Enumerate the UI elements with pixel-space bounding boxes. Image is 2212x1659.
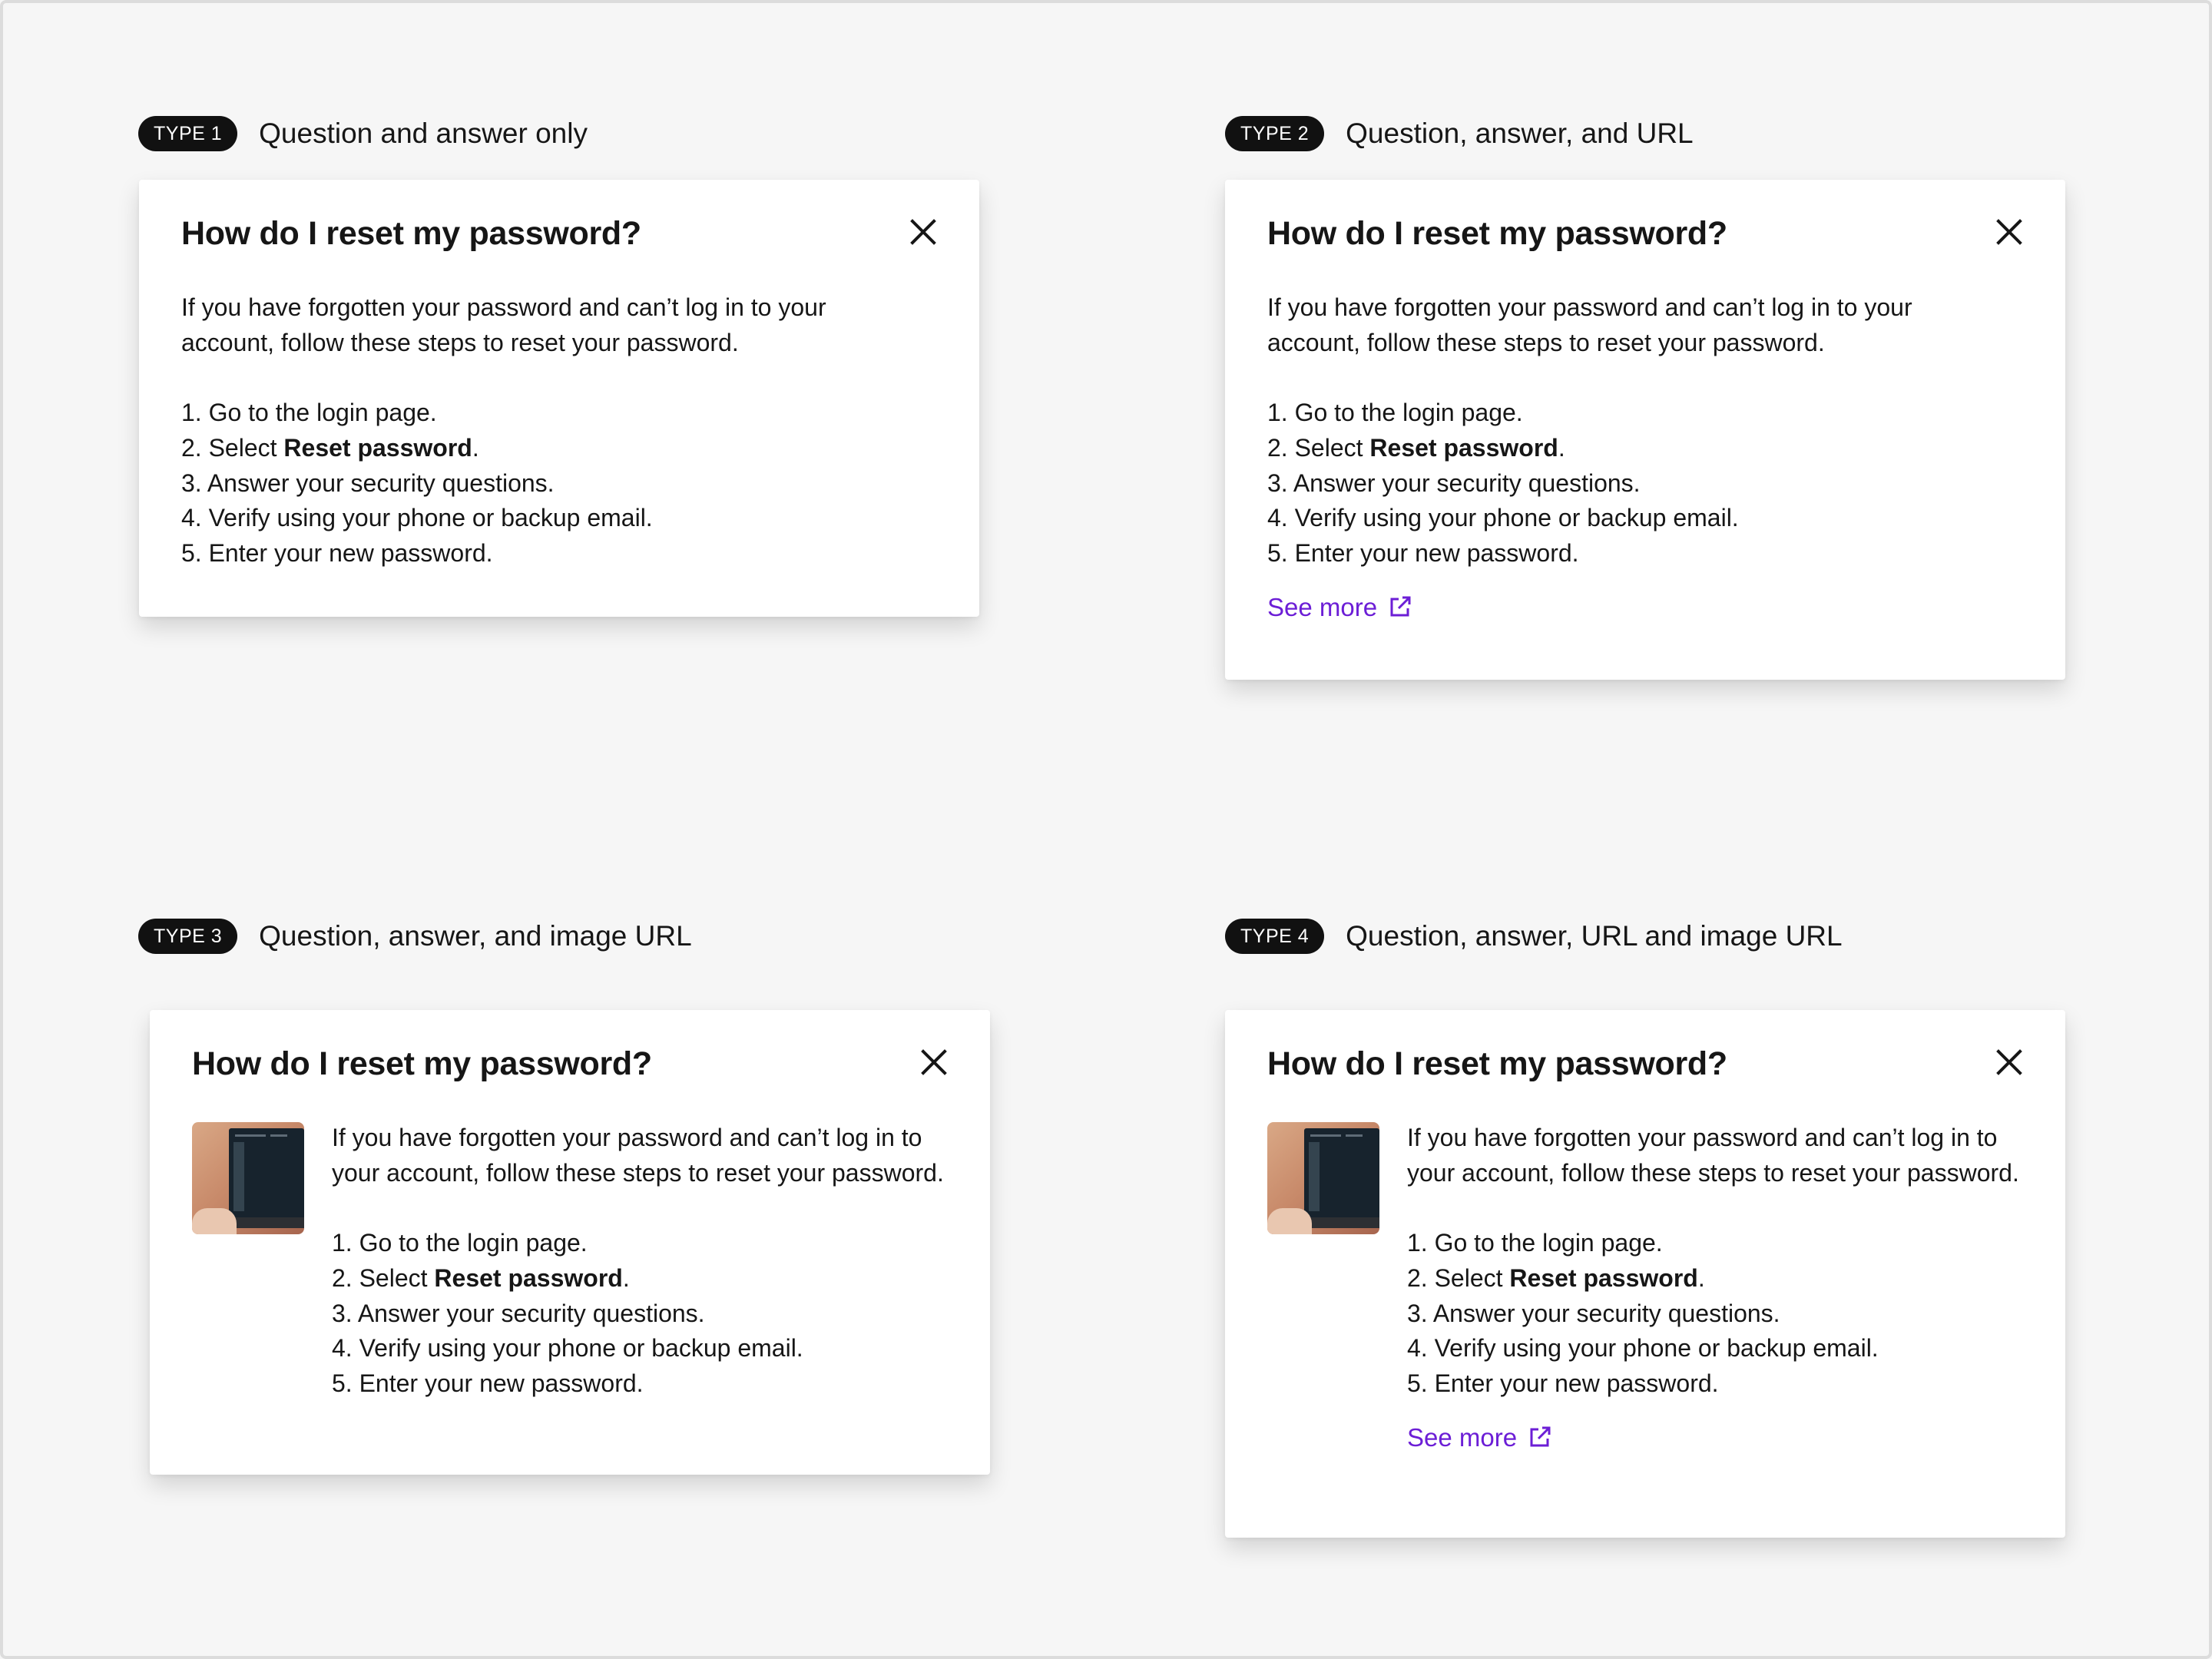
article-thumbnail-image[interactable] xyxy=(192,1122,304,1234)
step-item: 2. Select Reset password. xyxy=(1407,1263,1705,1292)
section-title: Question, answer, and image URL xyxy=(259,920,692,952)
section-title: Question, answer, URL and image URL xyxy=(1346,920,1843,952)
step-item: 4. Verify using your phone or backup ema… xyxy=(1407,1334,1879,1363)
see-more-link[interactable]: See more xyxy=(1407,1420,1552,1455)
type-badge: TYPE 1 xyxy=(138,116,238,151)
external-link-icon xyxy=(1390,596,1411,617)
faq-card-type-1: How do I reset my password? If you have … xyxy=(139,180,979,617)
laptop-screen xyxy=(1304,1128,1379,1220)
card-title: How do I reset my password? xyxy=(192,1045,652,1082)
section-header-type-1: TYPE 1 Question and answer only xyxy=(138,114,588,153)
see-more-link[interactable]: See more xyxy=(1267,590,1412,625)
step-item: 3. Answer your security questions. xyxy=(1267,469,1641,497)
close-button[interactable] xyxy=(1995,1048,2023,1076)
answer-intro: If you have forgotten your password and … xyxy=(332,1124,944,1187)
card-answer: If you have forgotten your password and … xyxy=(1407,1121,2029,1455)
step-item: 5. Enter your new password. xyxy=(1267,538,1579,567)
see-more-label: See more xyxy=(1407,1422,1518,1452)
see-more-label: See more xyxy=(1267,592,1378,621)
close-button[interactable] xyxy=(1995,218,2023,246)
type-badge: TYPE 2 xyxy=(1225,116,1325,151)
step-item: 5. Enter your new password. xyxy=(181,538,493,567)
step-item: 5. Enter your new password. xyxy=(1407,1369,1719,1397)
article-thumbnail-image[interactable] xyxy=(1267,1122,1379,1234)
steps-list: 1. Go to the login page. 2. Select Reset… xyxy=(1407,1226,2029,1402)
card-title: How do I reset my password? xyxy=(181,215,641,252)
answer-intro: If you have forgotten your password and … xyxy=(1407,1124,2019,1187)
section-header-type-2: TYPE 2 Question, answer, and URL xyxy=(1225,114,1694,153)
steps-list: 1. Go to the login page. 2. Select Reset… xyxy=(332,1226,954,1402)
close-icon xyxy=(1996,219,2022,245)
step-item: 2. Select Reset password. xyxy=(332,1263,630,1292)
laptop-screen xyxy=(229,1128,304,1220)
steps-list: 1. Go to the login page. 2. Select Reset… xyxy=(1267,396,1989,571)
close-icon xyxy=(921,1049,947,1075)
card-answer: If you have forgotten your password and … xyxy=(181,290,903,571)
faq-card-type-3: How do I reset my password? If you have … xyxy=(150,1010,990,1475)
hand xyxy=(192,1208,237,1234)
step-item: 5. Enter your new password. xyxy=(332,1369,644,1397)
card-answer: If you have forgotten your password and … xyxy=(1267,290,1989,625)
answer-intro: If you have forgotten your password and … xyxy=(1267,293,1912,356)
close-icon xyxy=(1996,1049,2022,1075)
close-button[interactable] xyxy=(909,218,937,246)
section-header-type-3: TYPE 3 Question, answer, and image URL xyxy=(138,917,692,955)
step-item: 1. Go to the login page. xyxy=(1267,399,1523,427)
step-item: 4. Verify using your phone or backup ema… xyxy=(332,1334,803,1363)
card-title: How do I reset my password? xyxy=(1267,1045,1727,1082)
step-item: 2. Select Reset password. xyxy=(1267,433,1565,462)
close-button[interactable] xyxy=(920,1048,948,1076)
step-item: 3. Answer your security questions. xyxy=(1407,1299,1780,1327)
step-item: 1. Go to the login page. xyxy=(181,399,437,427)
faq-card-type-2: How do I reset my password? If you have … xyxy=(1225,180,2065,680)
step-item: 1. Go to the login page. xyxy=(1407,1229,1663,1257)
step-item: 1. Go to the login page. xyxy=(332,1229,588,1257)
answer-intro: If you have forgotten your password and … xyxy=(181,293,826,356)
type-badge: TYPE 3 xyxy=(138,919,238,954)
section-title: Question, answer, and URL xyxy=(1346,118,1694,149)
hand xyxy=(1267,1208,1312,1234)
type-badge: TYPE 4 xyxy=(1225,919,1325,954)
card-title: How do I reset my password? xyxy=(1267,215,1727,252)
card-answer: If you have forgotten your password and … xyxy=(332,1121,954,1402)
step-item: 4. Verify using your phone or backup ema… xyxy=(181,504,653,532)
section-title: Question and answer only xyxy=(259,118,588,149)
section-header-type-4: TYPE 4 Question, answer, URL and image U… xyxy=(1225,917,1843,955)
steps-list: 1. Go to the login page. 2. Select Reset… xyxy=(181,396,903,571)
step-item: 2. Select Reset password. xyxy=(181,433,479,462)
close-icon xyxy=(910,219,936,245)
faq-card-type-4: How do I reset my password? If you have … xyxy=(1225,1010,2065,1538)
step-item: 3. Answer your security questions. xyxy=(332,1299,705,1327)
external-link-icon xyxy=(1530,1426,1551,1447)
step-item: 4. Verify using your phone or backup ema… xyxy=(1267,504,1739,532)
step-item: 3. Answer your security questions. xyxy=(181,469,555,497)
